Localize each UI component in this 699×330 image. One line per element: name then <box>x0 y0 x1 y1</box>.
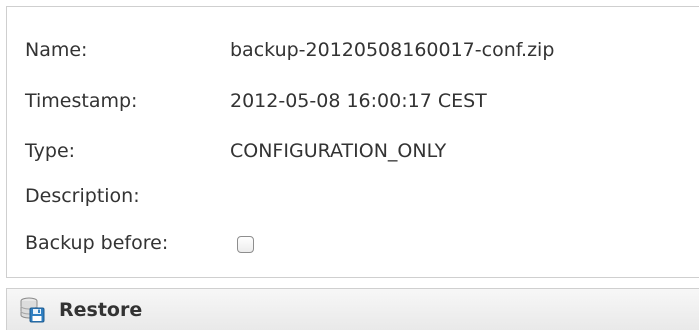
backup-before-checkbox[interactable] <box>237 235 254 253</box>
type-value: CONFIGURATION_ONLY <box>230 140 447 162</box>
type-label: Type: <box>25 140 76 162</box>
timestamp-value: 2012-05-08 16:00:17 CEST <box>230 90 487 112</box>
backup-details-panel: Name: backup-20120508160017-conf.zip Tim… <box>6 6 699 278</box>
database-restore-icon <box>19 296 47 324</box>
timestamp-row: Timestamp: 2012-05-08 16:00:17 CEST <box>25 86 487 116</box>
description-row: Description: <box>25 181 230 211</box>
restore-button[interactable]: Restore <box>19 295 142 325</box>
name-value: backup-20120508160017-conf.zip <box>230 39 555 61</box>
type-row: Type: CONFIGURATION_ONLY <box>25 136 446 166</box>
backup-before-label: Backup before: <box>25 232 169 254</box>
name-label: Name: <box>25 39 88 61</box>
backup-before-row: Backup before: <box>25 228 254 258</box>
description-label: Description: <box>25 185 140 207</box>
name-row: Name: backup-20120508160017-conf.zip <box>25 35 554 65</box>
action-toolbar: Restore <box>6 288 699 330</box>
restore-label: Restore <box>59 299 143 321</box>
timestamp-label: Timestamp: <box>25 90 138 112</box>
